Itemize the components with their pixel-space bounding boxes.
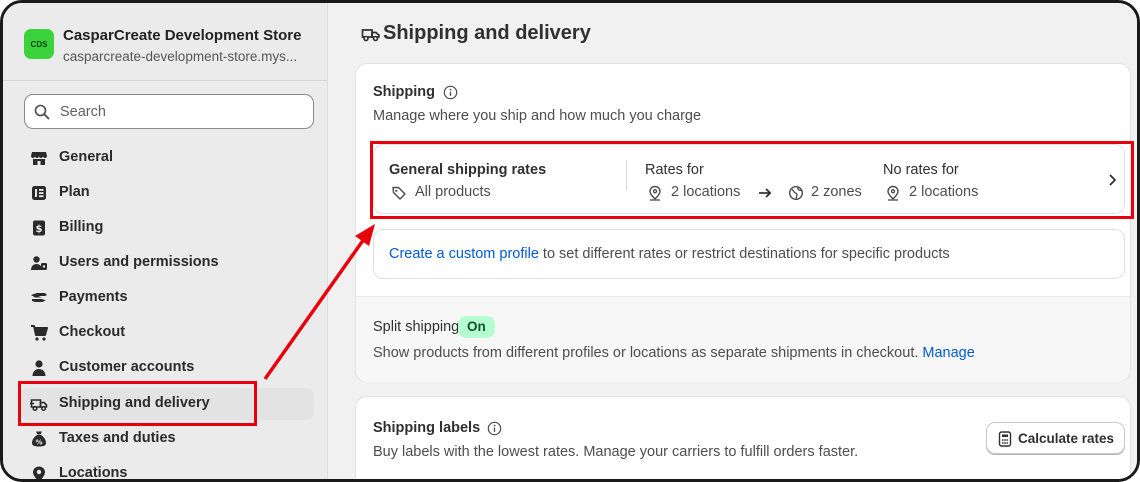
truck-icon [361,29,380,42]
sidebar-item-label: Customer accounts [59,359,195,375]
sidebar-item-taxes-and-duties[interactable]: % Taxes and duties [20,423,314,455]
billing-icon: $ [33,220,45,236]
store-switcher[interactable]: CDS CasparCreate Development Store caspa… [3,3,327,81]
info-icon[interactable] [443,85,458,100]
store-logo: CDS [24,29,54,59]
store-name: CasparCreate Development Store [63,27,302,44]
manage-link[interactable]: Manage [922,345,974,361]
split-shipping-description: Show products from different profiles or… [373,345,975,361]
store-icon [31,152,47,165]
shipping-card-subtitle: Manage where you ship and how much you c… [373,108,702,124]
sidebar-item-label: Locations [59,465,128,481]
payments-icon [31,293,47,302]
split-shipping-text: Show products from different profiles or… [373,345,923,361]
calculate-rates-label: Calculate rates [1018,431,1115,446]
sidebar-item-payments[interactable]: Payments [20,282,314,314]
sidebar-item-customer-accounts[interactable]: Customer accounts [20,352,314,384]
taxes-icon: % [32,431,46,447]
sidebar-item-label: Plan [59,184,90,200]
main-content: Shipping and delivery Shipping Manage wh… [328,3,1137,479]
svg-text:%: % [35,439,42,447]
store-domain: casparcreate-development-store.mys... [63,49,298,64]
sidebar-item-plan[interactable]: Plan [20,177,314,209]
search-icon [34,104,50,120]
sidebar-item-label: Taxes and duties [59,430,176,446]
sidebar-item-users[interactable]: Users and permissions [20,247,314,279]
status-badge: On [458,316,495,338]
sidebar-item-label: Payments [59,289,128,305]
sidebar-item-checkout[interactable]: Checkout [20,317,314,349]
location-icon [33,466,45,479]
split-shipping-section: Split shipping On Show products from dif… [356,296,1130,382]
shipping-labels-title: Shipping labels [373,420,481,436]
shipping-labels-card: Shipping labels Buy labels with the lowe… [355,396,1131,479]
highlight-box-sidebar [18,381,257,426]
sidebar-item-label: Checkout [59,324,126,340]
search-placeholder: Search [60,104,106,120]
cart-icon [31,325,48,341]
split-shipping-title: Split shipping [373,319,460,335]
shipping-card: Shipping Manage where you ship and how m… [355,63,1131,382]
shipping-card-title: Shipping [373,84,436,100]
users-icon [31,256,47,270]
highlight-box-rates [370,141,1134,219]
person-icon [32,360,46,376]
sidebar-item-billing[interactable]: $ Billing [20,212,314,244]
create-custom-profile-link[interactable]: Create a custom profile [389,246,539,262]
sidebar-item-general[interactable]: General [20,142,314,174]
svg-text:$: $ [36,224,43,235]
sidebar-item-locations[interactable]: Locations [20,458,314,481]
sidebar-item-label: Users and permissions [59,254,219,270]
sidebar-item-label: General [59,149,113,165]
custom-profile-row: Create a custom profile to set different… [373,229,1125,279]
info-icon[interactable] [487,421,502,436]
page-title: Shipping and delivery [383,22,591,44]
calculator-icon [998,431,1012,447]
app-window: CDS CasparCreate Development Store caspa… [0,0,1140,482]
custom-profile-text: Create a custom profile to set different… [389,246,950,262]
calculate-rates-button[interactable]: Calculate rates [986,422,1125,454]
sidebar-item-label: Billing [59,219,104,235]
custom-profile-description: to set different rates or restrict desti… [538,246,950,262]
shipping-labels-subtitle: Buy labels with the lowest rates. Manage… [373,444,859,460]
search-input[interactable]: Search [24,94,314,129]
plan-icon [32,186,46,200]
